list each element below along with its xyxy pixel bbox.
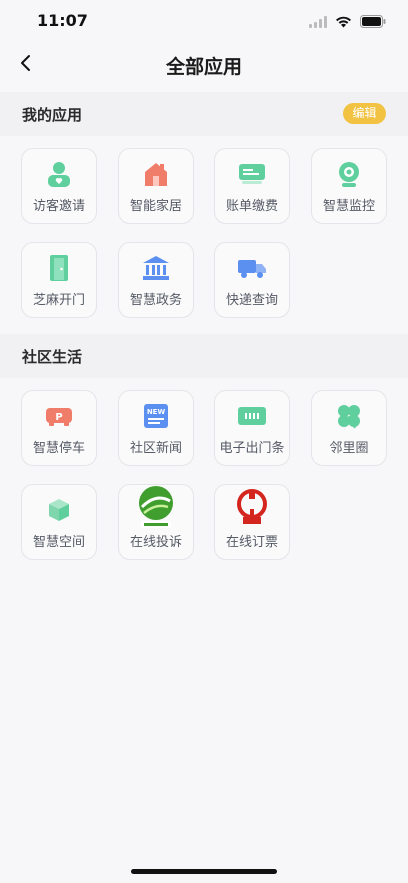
parking-icon: P [44,401,74,431]
app-smart-monitor[interactable]: 智慧监控 [311,148,387,224]
app-delivery-query[interactable]: 快递查询 [214,242,290,318]
app-smart-parking[interactable]: P 智慧停车 [21,390,97,466]
status-icons [309,13,386,32]
battery-icon [360,13,386,32]
community-grid: P 智慧停车 NEW 社区新闻 电子出门条 邻里圈 智慧空间 在线投诉 在线订票 [0,378,408,578]
news-icon: NEW [141,401,171,431]
app-label: 账单缴费 [225,199,278,214]
edit-button[interactable]: 编辑 [343,103,386,124]
app-label: 智慧政务 [129,293,182,308]
visitor-icon [44,159,74,189]
app-government[interactable]: 智慧政务 [118,242,194,318]
app-open-door[interactable]: 芝麻开门 [21,242,97,318]
app-label: 访客邀请 [32,199,85,214]
clover-icon [334,401,364,431]
camera-icon [334,159,364,189]
cube-icon [44,495,74,525]
page-title: 全部应用 [165,56,242,78]
app-label: 社区新闻 [129,441,182,456]
app-label: 芝麻开门 [32,293,85,308]
government-icon [141,253,171,283]
app-visitor-invite[interactable]: 访客邀请 [21,148,97,224]
railway-logo-icon [232,487,272,527]
app-label: 电子出门条 [219,441,285,456]
app-label: 智慧停车 [32,441,85,456]
app-exit-pass[interactable]: 电子出门条 [214,390,290,466]
app-neighbor-circle[interactable]: 邻里圈 [311,390,387,466]
community-title: 社区生活 [22,348,83,366]
my-apps-grid: 访客邀请 智能家居 账单缴费 智慧监控 芝麻开门 智慧政务 快递查询 [0,136,408,334]
svg-text:P: P [55,412,62,423]
app-label: 在线投诉 [129,535,182,550]
app-label: 邻里圈 [329,441,369,456]
app-smart-home[interactable]: 智能家居 [118,148,194,224]
app-online-ticket[interactable]: 在线订票 [214,484,290,560]
wifi-icon [335,13,352,32]
my-apps-header: 我的应用 编辑 [0,92,408,136]
my-apps-title: 我的应用 [22,106,83,124]
status-bar: 11:07 [0,0,408,44]
nav-bar: 全部应用 [0,44,408,88]
app-label: 智慧监控 [322,199,375,214]
community-header: 社区生活 [0,334,408,378]
app-label: 在线订票 [225,535,278,550]
app-label: 智慧空间 [32,535,85,550]
complaint-logo-icon [130,485,182,529]
app-label: 快递查询 [225,293,278,308]
pass-card-icon [237,401,267,431]
svg-text:NEW: NEW [147,408,166,416]
app-smart-space[interactable]: 智慧空间 [21,484,97,560]
app-online-complaint[interactable]: 在线投诉 [118,484,194,560]
home-indicator[interactable] [131,869,277,874]
app-community-news[interactable]: NEW 社区新闻 [118,390,194,466]
smart-home-icon [141,159,171,189]
bill-icon [237,159,267,189]
door-icon [44,253,74,283]
status-time: 11:07 [37,11,88,30]
app-bill-payment[interactable]: 账单缴费 [214,148,290,224]
signal-icon [309,13,327,32]
delivery-truck-icon [237,253,267,283]
app-label: 智能家居 [129,199,182,214]
